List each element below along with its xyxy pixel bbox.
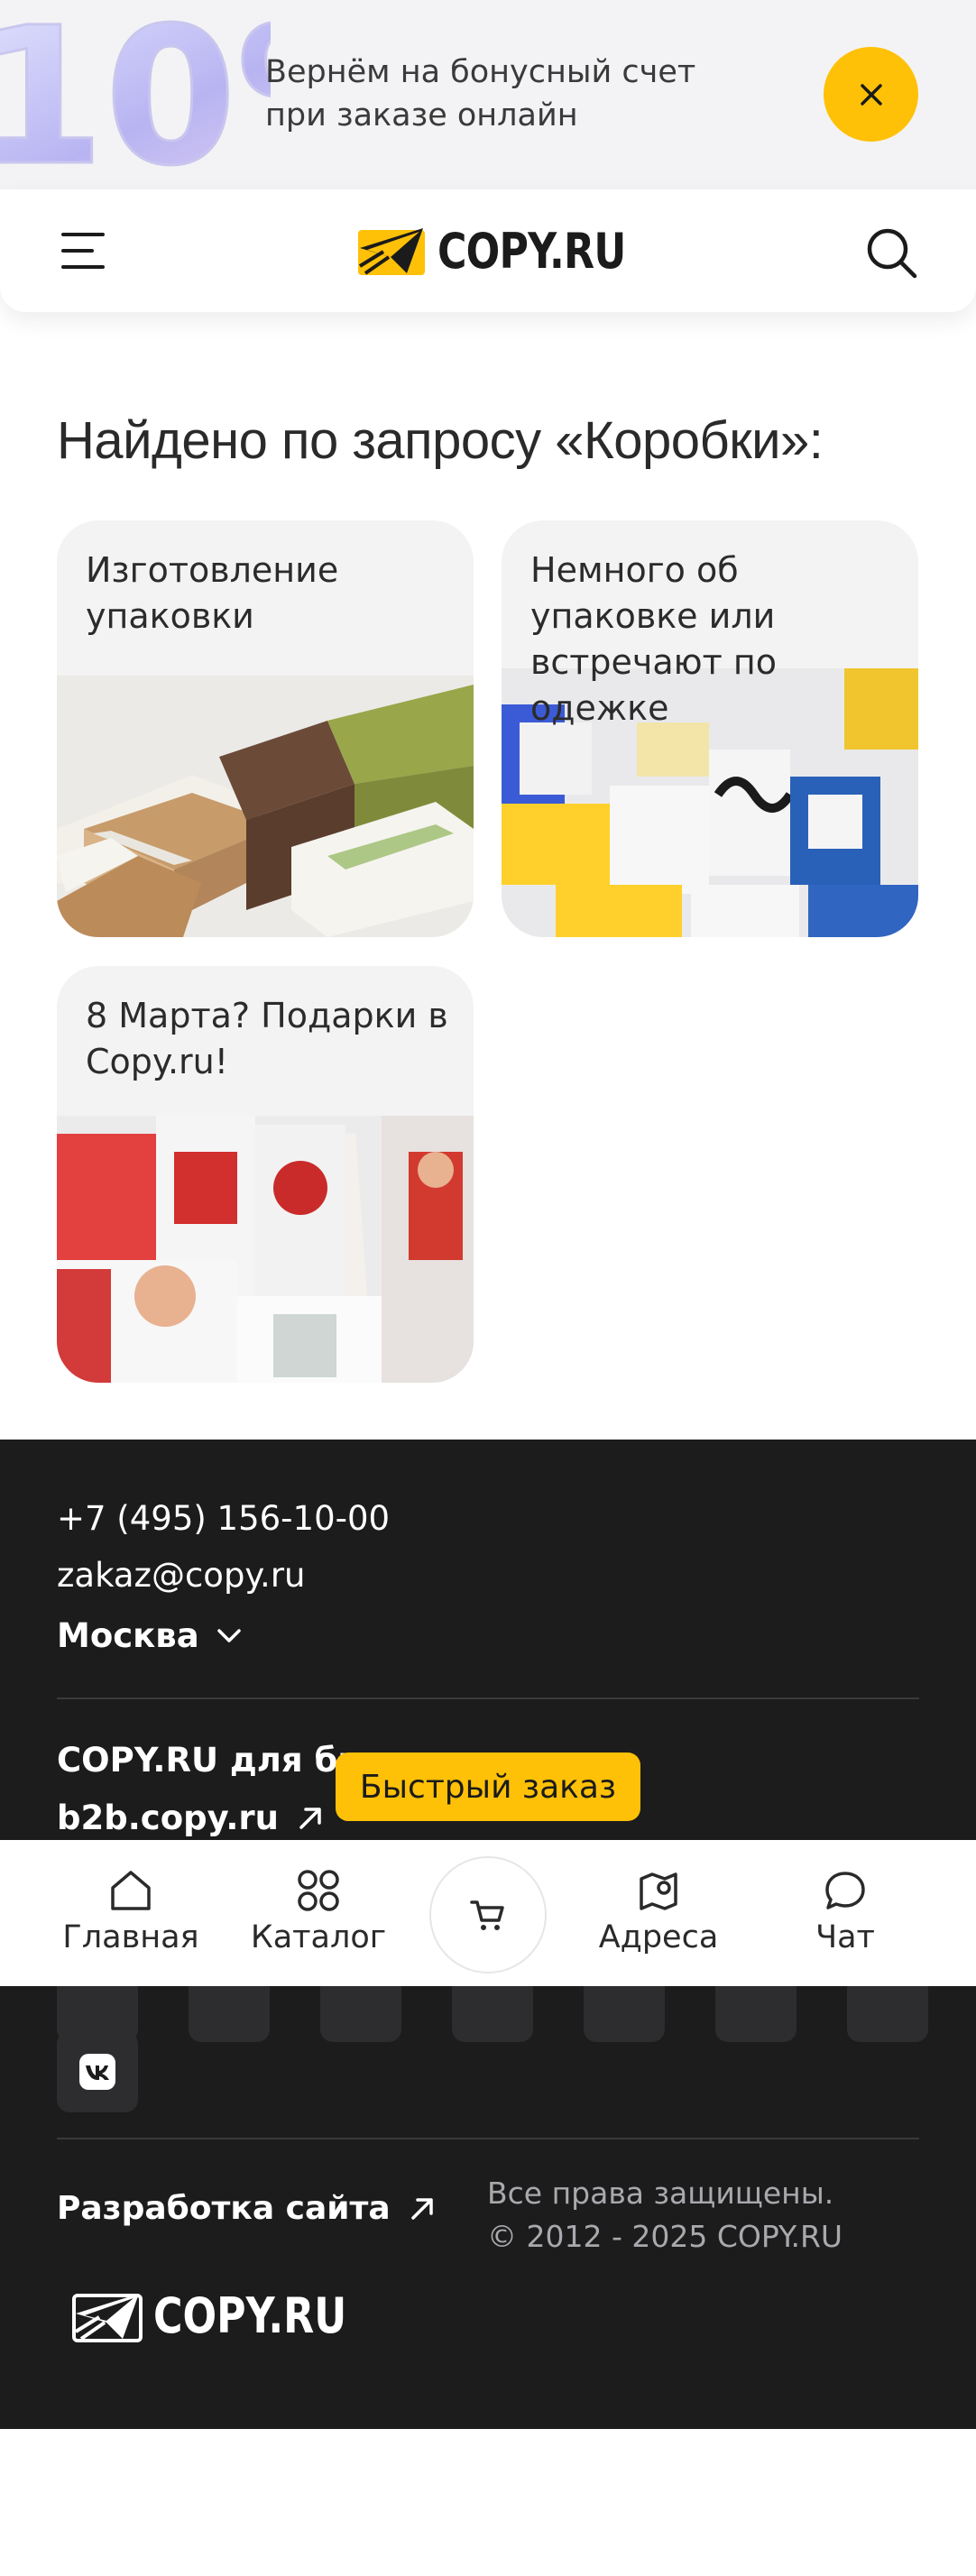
result-card[interactable]: Немного об упаковке или встречают по оде… <box>502 520 918 937</box>
boxes-photo <box>57 676 474 937</box>
nav-chat[interactable]: Чат <box>769 1865 922 1955</box>
dev-link-text: Разработка сайта <box>57 2190 391 2227</box>
nav-catalog[interactable]: Каталог <box>242 1865 395 1955</box>
close-icon <box>860 83 882 106</box>
footer-phone-link[interactable]: +7 (495) 156-10-00 <box>57 1499 390 1538</box>
home-icon <box>111 1871 151 1910</box>
search-icon[interactable] <box>864 225 918 280</box>
result-card-title: 8 Марта? Подарки в Copy.ru! <box>86 996 448 1081</box>
nav-addresses[interactable]: Адреса <box>582 1865 735 1955</box>
footer-logo[interactable]: COPY.RU <box>72 2287 389 2344</box>
site-logo[interactable]: COPY.RU <box>356 222 667 280</box>
footer-copyright: Все права защищены. © 2012 - 2025 COPY.R… <box>487 2172 842 2259</box>
promo-10-percent-graphic: 10% <box>0 0 271 189</box>
chat-bubble-icon <box>825 1872 865 1909</box>
paper-plane-logo-icon <box>72 2293 143 2342</box>
external-arrow-icon <box>299 1807 321 1829</box>
footer-divider <box>57 1697 919 1699</box>
city-selector[interactable]: Москва <box>57 1616 243 1655</box>
city-name: Москва <box>57 1616 199 1655</box>
promo-close-button[interactable] <box>824 47 918 142</box>
site-header: COPY.RU <box>0 189 976 312</box>
external-arrow-icon <box>410 2197 433 2220</box>
bottom-navigation: Главная Каталог Адреса Чат <box>0 1840 976 1986</box>
result-card[interactable]: Изготовление упаковки <box>57 520 474 937</box>
result-card-title: Изготовление упаковки <box>86 550 339 636</box>
vk-link[interactable] <box>57 2031 138 2112</box>
chevron-down-icon <box>216 1628 241 1642</box>
vk-icon <box>79 2054 115 2090</box>
footer-email-link[interactable]: zakaz@copy.ru <box>57 1556 305 1595</box>
promo-text: Вернём на бонусный счет при заказе онлай… <box>265 51 695 137</box>
quick-order-button[interactable]: Быстрый заказ <box>336 1753 640 1821</box>
catalog-grid-icon <box>298 1870 339 1911</box>
promo-line-2: при заказе онлайн <box>265 97 578 133</box>
promo-line-1: Вернём на бонусный счет <box>265 54 696 90</box>
nav-home-label: Главная <box>62 1919 199 1955</box>
promo-big-text: 10% <box>0 0 271 189</box>
menu-icon[interactable] <box>61 231 105 271</box>
page-title: Найдено по запросу «Коробки»: <box>57 411 824 470</box>
nav-addresses-label: Адреса <box>598 1919 719 1955</box>
footer-b2b-link[interactable]: b2b.copy.ru <box>57 1799 324 1837</box>
footer-divider <box>57 2138 919 2139</box>
map-pin-icon <box>640 1872 677 1910</box>
rights-line-2: © 2012 - 2025 COPY.RU <box>487 2219 843 2254</box>
logo-text: COPY.RU <box>437 222 626 280</box>
result-card-title: Немного об упаковке или встречают по оде… <box>530 550 777 728</box>
b2b-link-text: b2b.copy.ru <box>57 1799 279 1837</box>
nav-chat-label: Чат <box>815 1919 875 1955</box>
paper-plane-logo-icon <box>358 228 425 275</box>
promo-banner[interactable]: 10% Вернём на бонусный счет при заказе о… <box>0 0 976 189</box>
nav-cart-button[interactable] <box>429 1856 547 1973</box>
cart-icon <box>470 1900 504 1930</box>
gift-set-photo <box>57 1116 474 1383</box>
nav-home[interactable]: Главная <box>54 1865 207 1955</box>
footer-logo-text: COPY.RU <box>153 2287 347 2344</box>
rights-line-1: Все права защищены. <box>487 2176 834 2211</box>
nav-catalog-label: Каталог <box>250 1919 387 1955</box>
footer-dev-link[interactable]: Разработка сайта <box>57 2190 436 2227</box>
result-card[interactable]: 8 Марта? Подарки в Copy.ru! <box>57 966 474 1383</box>
